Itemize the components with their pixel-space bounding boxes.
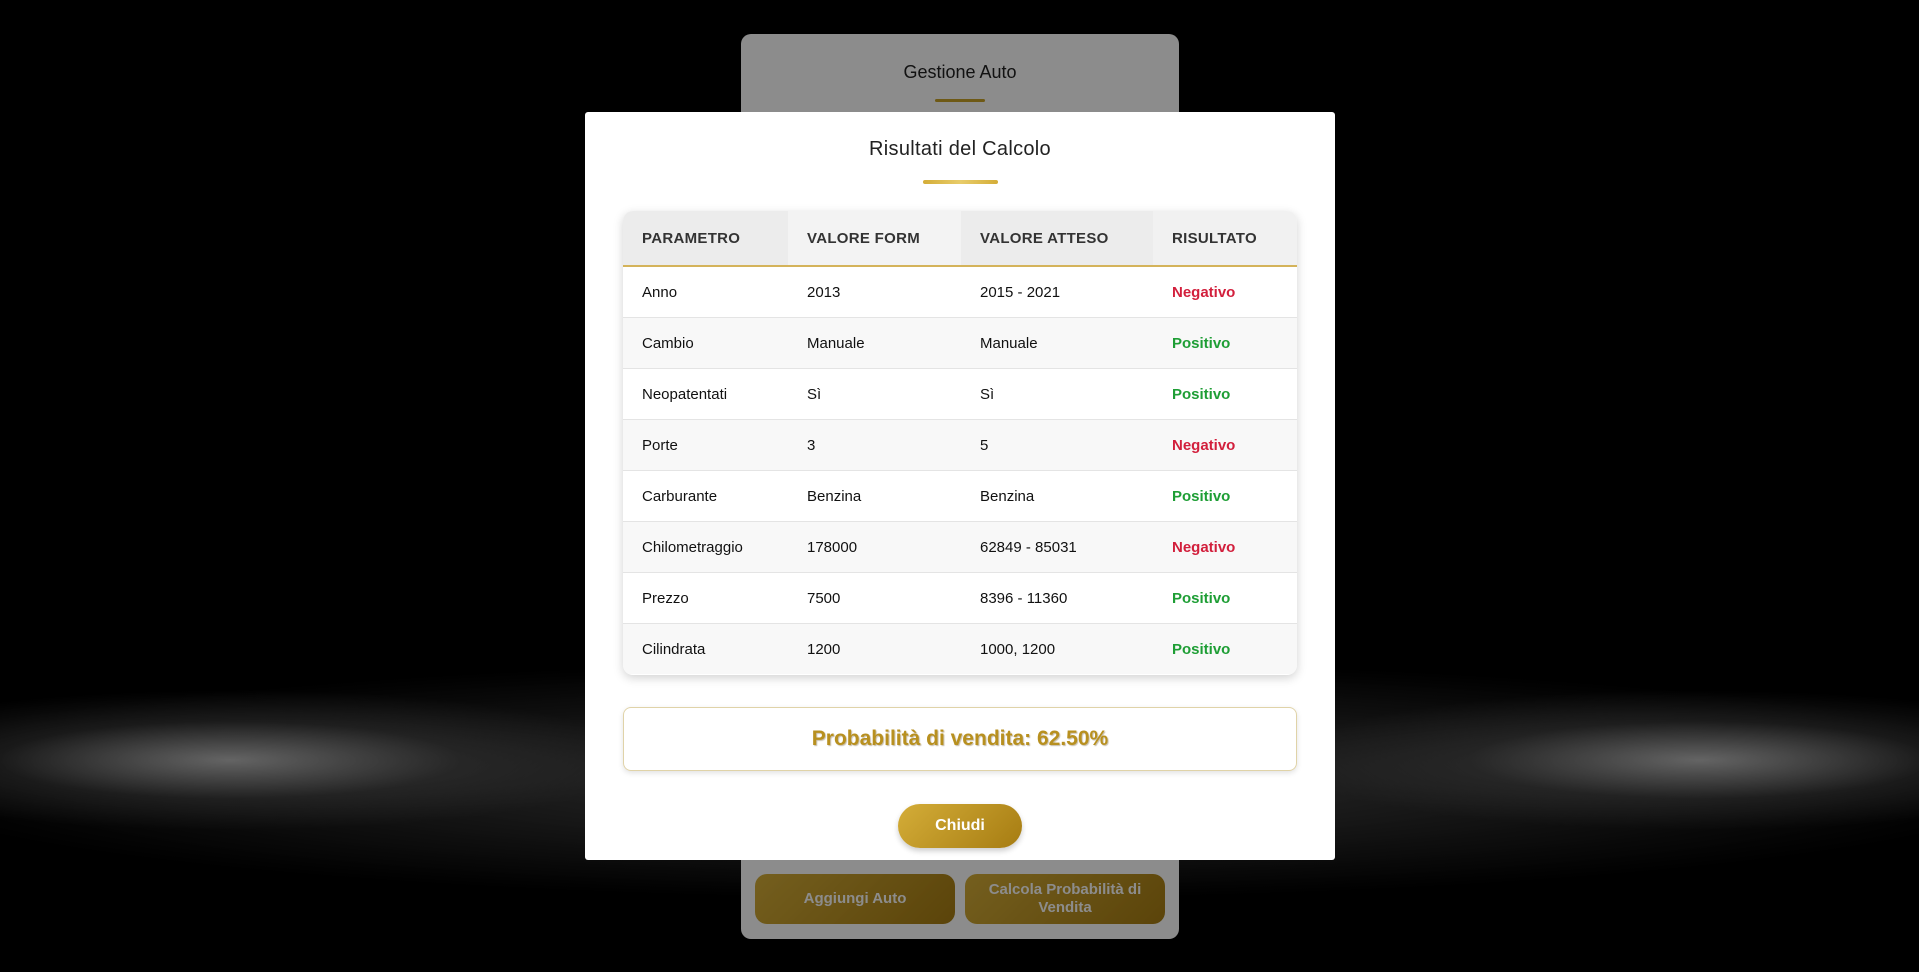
table-row: Prezzo 7500 8396 - 11360 Positivo (623, 572, 1297, 624)
form-value-cell: 178000 (788, 521, 961, 573)
table-row: Cilindrata 1200 1000, 1200 Positivo (623, 623, 1297, 674)
result-cell: Positivo (1153, 470, 1297, 522)
form-value-cell: Benzina (788, 470, 961, 522)
param-cell: Cambio (623, 317, 788, 369)
column-header-expected-value: VALORE ATTESO (961, 211, 1153, 267)
column-header-form-value: VALORE FORM (788, 211, 961, 267)
column-header-result: RISULTATO (1153, 211, 1297, 267)
result-cell: Positivo (1153, 368, 1297, 420)
expected-value-cell: Benzina (961, 470, 1153, 522)
modal-title: Risultati del Calcolo (869, 138, 1051, 160)
result-cell: Positivo (1153, 317, 1297, 369)
result-cell: Negativo (1153, 521, 1297, 573)
close-button[interactable]: Chiudi (898, 804, 1022, 848)
param-cell: Prezzo (623, 572, 788, 624)
result-cell: Positivo (1153, 623, 1297, 674)
results-table-container: PARAMETRO VALORE FORM VALORE ATTESO RISU… (623, 211, 1297, 675)
table-row: Cambio Manuale Manuale Positivo (623, 317, 1297, 369)
table-row: Anno 2013 2015 - 2021 Negativo (623, 266, 1297, 318)
expected-value-cell: Sì (961, 368, 1153, 420)
expected-value-cell: 5 (961, 419, 1153, 471)
result-cell: Negativo (1153, 266, 1297, 318)
column-header-parameter: PARAMETRO (623, 211, 788, 267)
expected-value-cell: 2015 - 2021 (961, 266, 1153, 318)
table-row: Porte 3 5 Negativo (623, 419, 1297, 471)
results-modal: Risultati del Calcolo PARAMETRO VALORE F… (585, 112, 1335, 860)
form-value-cell: 7500 (788, 572, 961, 624)
sale-probability-text: Probabilità di vendita: 62.50% (811, 727, 1109, 750)
param-cell: Porte (623, 419, 788, 471)
form-value-cell: Sì (788, 368, 961, 420)
results-table: PARAMETRO VALORE FORM VALORE ATTESO RISU… (623, 211, 1297, 674)
table-row: Carburante Benzina Benzina Positivo (623, 470, 1297, 522)
result-cell: Positivo (1153, 572, 1297, 624)
probability-box: Probabilità di vendita: 62.50% (623, 707, 1297, 771)
expected-value-cell: Manuale (961, 317, 1153, 369)
table-header-row: PARAMETRO VALORE FORM VALORE ATTESO RISU… (623, 211, 1297, 267)
form-value-cell: 1200 (788, 623, 961, 674)
form-value-cell: 3 (788, 419, 961, 471)
table-row: Neopatentati Sì Sì Positivo (623, 368, 1297, 420)
expected-value-cell: 8396 - 11360 (961, 572, 1153, 624)
expected-value-cell: 62849 - 85031 (961, 521, 1153, 573)
form-value-cell: Manuale (788, 317, 961, 369)
form-value-cell: 2013 (788, 266, 961, 318)
param-cell: Cilindrata (623, 623, 788, 674)
param-cell: Anno (623, 266, 788, 318)
param-cell: Carburante (623, 470, 788, 522)
modal-title-underline (923, 180, 998, 184)
result-cell: Negativo (1153, 419, 1297, 471)
expected-value-cell: 1000, 1200 (961, 623, 1153, 674)
table-row: Chilometraggio 178000 62849 - 85031 Nega… (623, 521, 1297, 573)
param-cell: Neopatentati (623, 368, 788, 420)
param-cell: Chilometraggio (623, 521, 788, 573)
